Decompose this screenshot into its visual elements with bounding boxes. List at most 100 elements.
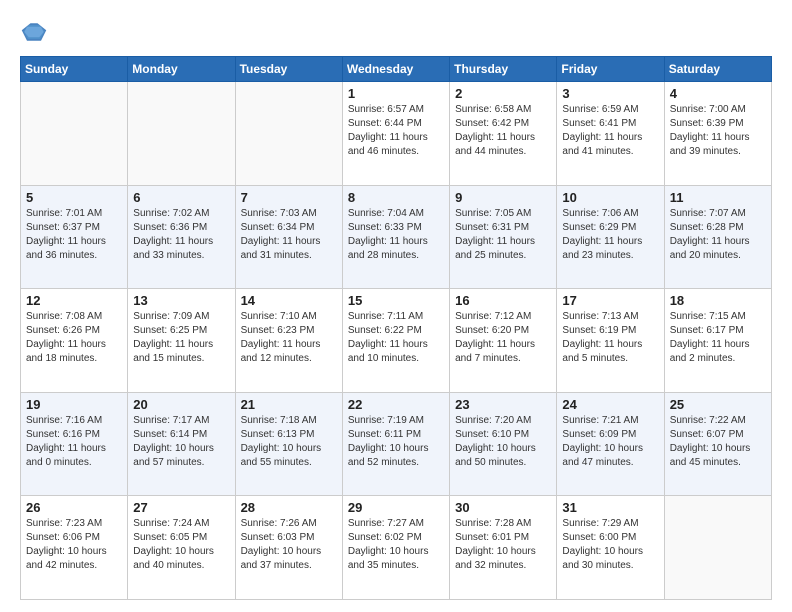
calendar-cell: 28 Sunrise: 7:26 AM Sunset: 6:03 PM Dayli…	[235, 496, 342, 600]
calendar-cell: 14 Sunrise: 7:10 AM Sunset: 6:23 PM Dayli…	[235, 289, 342, 393]
day-info: Sunrise: 7:19 AM Sunset: 6:11 PM Dayligh…	[348, 414, 444, 470]
logo-icon	[20, 18, 48, 46]
calendar-body: 1 Sunrise: 6:57 AM Sunset: 6:44 PM Daylig…	[21, 82, 772, 600]
day-info: Sunrise: 6:58 AM Sunset: 6:42 PM Dayligh…	[455, 103, 551, 159]
day-number: 23	[455, 397, 551, 412]
day-number: 20	[133, 397, 229, 412]
day-number: 1	[348, 86, 444, 101]
day-number: 12	[26, 293, 122, 308]
day-info: Sunrise: 7:23 AM Sunset: 6:06 PM Dayligh…	[26, 517, 122, 573]
calendar-cell: 11 Sunrise: 7:07 AM Sunset: 6:28 PM Dayli…	[664, 185, 771, 289]
calendar-cell: 18 Sunrise: 7:15 AM Sunset: 6:17 PM Dayli…	[664, 289, 771, 393]
day-number: 18	[670, 293, 766, 308]
day-info: Sunrise: 6:59 AM Sunset: 6:41 PM Dayligh…	[562, 103, 658, 159]
weekday-header-friday: Friday	[557, 57, 664, 82]
calendar-cell	[21, 82, 128, 186]
day-number: 26	[26, 500, 122, 515]
calendar-cell: 15 Sunrise: 7:11 AM Sunset: 6:22 PM Dayli…	[342, 289, 449, 393]
day-number: 27	[133, 500, 229, 515]
calendar-cell: 27 Sunrise: 7:24 AM Sunset: 6:05 PM Dayli…	[128, 496, 235, 600]
day-info: Sunrise: 7:21 AM Sunset: 6:09 PM Dayligh…	[562, 414, 658, 470]
calendar-cell: 10 Sunrise: 7:06 AM Sunset: 6:29 PM Dayli…	[557, 185, 664, 289]
calendar-cell: 19 Sunrise: 7:16 AM Sunset: 6:16 PM Dayli…	[21, 392, 128, 496]
day-info: Sunrise: 7:09 AM Sunset: 6:25 PM Dayligh…	[133, 310, 229, 366]
day-number: 2	[455, 86, 551, 101]
calendar-cell	[664, 496, 771, 600]
weekday-header-tuesday: Tuesday	[235, 57, 342, 82]
day-info: Sunrise: 7:00 AM Sunset: 6:39 PM Dayligh…	[670, 103, 766, 159]
day-number: 19	[26, 397, 122, 412]
day-info: Sunrise: 7:16 AM Sunset: 6:16 PM Dayligh…	[26, 414, 122, 470]
day-info: Sunrise: 7:03 AM Sunset: 6:34 PM Dayligh…	[241, 207, 337, 263]
calendar-week-4: 19 Sunrise: 7:16 AM Sunset: 6:16 PM Dayli…	[21, 392, 772, 496]
weekday-header-sunday: Sunday	[21, 57, 128, 82]
day-number: 10	[562, 190, 658, 205]
day-info: Sunrise: 7:02 AM Sunset: 6:36 PM Dayligh…	[133, 207, 229, 263]
calendar-cell: 31 Sunrise: 7:29 AM Sunset: 6:00 PM Dayli…	[557, 496, 664, 600]
day-info: Sunrise: 7:12 AM Sunset: 6:20 PM Dayligh…	[455, 310, 551, 366]
day-number: 14	[241, 293, 337, 308]
day-info: Sunrise: 7:01 AM Sunset: 6:37 PM Dayligh…	[26, 207, 122, 263]
day-number: 6	[133, 190, 229, 205]
day-info: Sunrise: 7:10 AM Sunset: 6:23 PM Dayligh…	[241, 310, 337, 366]
day-info: Sunrise: 7:08 AM Sunset: 6:26 PM Dayligh…	[26, 310, 122, 366]
day-number: 22	[348, 397, 444, 412]
calendar-cell: 3Sunrise: 6:59 AM Sunset: 6:41 PM Daylig…	[557, 82, 664, 186]
logo	[20, 18, 52, 46]
calendar-week-5: 26 Sunrise: 7:23 AM Sunset: 6:06 PM Dayli…	[21, 496, 772, 600]
day-number: 17	[562, 293, 658, 308]
calendar-table: SundayMondayTuesdayWednesdayThursdayFrid…	[20, 56, 772, 600]
day-info: Sunrise: 6:57 AM Sunset: 6:44 PM Dayligh…	[348, 103, 444, 159]
calendar-header: SundayMondayTuesdayWednesdayThursdayFrid…	[21, 57, 772, 82]
day-info: Sunrise: 7:15 AM Sunset: 6:17 PM Dayligh…	[670, 310, 766, 366]
calendar-cell: 1 Sunrise: 6:57 AM Sunset: 6:44 PM Daylig…	[342, 82, 449, 186]
calendar-week-3: 12 Sunrise: 7:08 AM Sunset: 6:26 PM Dayli…	[21, 289, 772, 393]
calendar-cell: 30 Sunrise: 7:28 AM Sunset: 6:01 PM Dayli…	[450, 496, 557, 600]
calendar-week-1: 1 Sunrise: 6:57 AM Sunset: 6:44 PM Daylig…	[21, 82, 772, 186]
calendar-cell: 24 Sunrise: 7:21 AM Sunset: 6:09 PM Dayli…	[557, 392, 664, 496]
calendar-cell: 23 Sunrise: 7:20 AM Sunset: 6:10 PM Dayli…	[450, 392, 557, 496]
day-number: 7	[241, 190, 337, 205]
calendar-cell: 5Sunrise: 7:01 AM Sunset: 6:37 PM Daylig…	[21, 185, 128, 289]
day-number: 30	[455, 500, 551, 515]
weekday-header-wednesday: Wednesday	[342, 57, 449, 82]
day-number: 24	[562, 397, 658, 412]
day-number: 25	[670, 397, 766, 412]
day-number: 4	[670, 86, 766, 101]
day-info: Sunrise: 7:06 AM Sunset: 6:29 PM Dayligh…	[562, 207, 658, 263]
page: SundayMondayTuesdayWednesdayThursdayFrid…	[0, 0, 792, 612]
day-number: 8	[348, 190, 444, 205]
day-number: 9	[455, 190, 551, 205]
day-info: Sunrise: 7:26 AM Sunset: 6:03 PM Dayligh…	[241, 517, 337, 573]
day-number: 11	[670, 190, 766, 205]
calendar-cell: 21Sunrise: 7:18 AM Sunset: 6:13 PM Dayli…	[235, 392, 342, 496]
calendar-cell: 7 Sunrise: 7:03 AM Sunset: 6:34 PM Daylig…	[235, 185, 342, 289]
header	[20, 18, 772, 46]
day-info: Sunrise: 7:29 AM Sunset: 6:00 PM Dayligh…	[562, 517, 658, 573]
day-info: Sunrise: 7:20 AM Sunset: 6:10 PM Dayligh…	[455, 414, 551, 470]
day-number: 28	[241, 500, 337, 515]
calendar-week-2: 5Sunrise: 7:01 AM Sunset: 6:37 PM Daylig…	[21, 185, 772, 289]
day-info: Sunrise: 7:28 AM Sunset: 6:01 PM Dayligh…	[455, 517, 551, 573]
calendar-cell: 8Sunrise: 7:04 AM Sunset: 6:33 PM Daylig…	[342, 185, 449, 289]
day-number: 16	[455, 293, 551, 308]
day-number: 15	[348, 293, 444, 308]
calendar-cell: 22 Sunrise: 7:19 AM Sunset: 6:11 PM Dayli…	[342, 392, 449, 496]
day-info: Sunrise: 7:13 AM Sunset: 6:19 PM Dayligh…	[562, 310, 658, 366]
day-info: Sunrise: 7:11 AM Sunset: 6:22 PM Dayligh…	[348, 310, 444, 366]
calendar-cell: 12 Sunrise: 7:08 AM Sunset: 6:26 PM Dayli…	[21, 289, 128, 393]
day-info: Sunrise: 7:24 AM Sunset: 6:05 PM Dayligh…	[133, 517, 229, 573]
weekday-header-thursday: Thursday	[450, 57, 557, 82]
day-info: Sunrise: 7:22 AM Sunset: 6:07 PM Dayligh…	[670, 414, 766, 470]
day-info: Sunrise: 7:27 AM Sunset: 6:02 PM Dayligh…	[348, 517, 444, 573]
day-number: 13	[133, 293, 229, 308]
day-number: 31	[562, 500, 658, 515]
day-number: 21	[241, 397, 337, 412]
calendar-cell: 26 Sunrise: 7:23 AM Sunset: 6:06 PM Dayli…	[21, 496, 128, 600]
weekday-header-saturday: Saturday	[664, 57, 771, 82]
calendar-cell: 6 Sunrise: 7:02 AM Sunset: 6:36 PM Daylig…	[128, 185, 235, 289]
day-info: Sunrise: 7:07 AM Sunset: 6:28 PM Dayligh…	[670, 207, 766, 263]
calendar-cell: 4 Sunrise: 7:00 AM Sunset: 6:39 PM Daylig…	[664, 82, 771, 186]
calendar-cell	[128, 82, 235, 186]
day-number: 29	[348, 500, 444, 515]
